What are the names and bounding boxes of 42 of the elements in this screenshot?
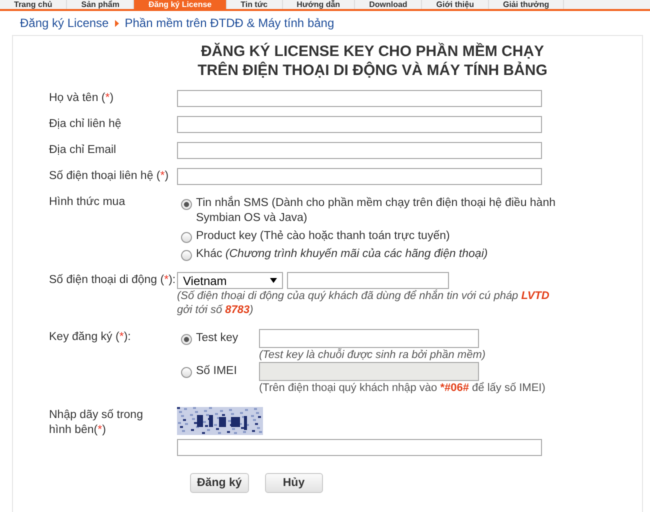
radio-button[interactable] — [181, 250, 192, 261]
page-title: TRÊN ĐIỆN THOẠI DI ĐỘNG VÀ MÁY TÍNH BẢNG — [196, 61, 548, 80]
option-label: Test key — [196, 331, 238, 346]
radio-button[interactable] — [181, 232, 192, 243]
option-label: Khác (Chương trình khuyến mãi của các hãng điện thoại) — [196, 247, 488, 262]
nav-tab[interactable]: Tin tức — [226, 0, 283, 9]
field-label: Địa chỉ Email — [49, 143, 118, 158]
hint-text: (Số điện thoại di động của quý khách đã dùng để nhắn tin với cú pháp LVTD gởi tới số 8783) — [177, 289, 550, 317]
option-label: Tin nhắn SMS (Dành cho phần mềm chạy trên điện thoại hệ điều hành Symbian OS và Java) — [196, 196, 556, 226]
text-field[interactable] — [177, 142, 542, 159]
hint-text: (Test key là chuỗi được sinh ra bởi phần mềm) — [259, 348, 487, 362]
hint-text: (Trên điện thoại quý khách nhập vào *#06# để lấy số IMEI) — [259, 381, 546, 395]
field-label: Nhập dãy số trong hình bên(*) — [49, 408, 144, 438]
text-field[interactable] — [177, 90, 542, 107]
nav-tab[interactable]: Trang chủ — [0, 0, 68, 9]
field-label: Số điện thoại liên hệ (*) — [49, 169, 170, 184]
phone-field[interactable] — [287, 272, 449, 289]
field-label: Hình thức mua — [49, 195, 126, 210]
cancel-button[interactable]: Hủy — [264, 473, 323, 493]
register-button[interactable]: Đăng ký — [190, 473, 249, 493]
field-label: Địa chỉ liên hệ — [49, 117, 122, 132]
nav-tab[interactable]: Giải thưởng — [488, 0, 564, 9]
country-select[interactable]: Vietnam — [177, 272, 283, 289]
nav-tab[interactable]: Download — [355, 0, 422, 9]
radio-button[interactable] — [181, 334, 192, 345]
field-label: Họ và tên (*) — [49, 91, 115, 106]
captcha-field[interactable] — [177, 439, 542, 456]
text-field[interactable] — [177, 168, 542, 185]
nav-tab[interactable]: Hướng dẫn — [282, 0, 356, 9]
breadcrumb-link[interactable]: Đăng ký License — [20, 16, 109, 30]
field-label: Số điện thoại di động (*): — [49, 273, 177, 288]
option-label: Product key (Thẻ cào hoặc thanh toán trực tuyến) — [196, 229, 450, 244]
option-label: Số IMEI — [196, 364, 237, 379]
radio-button[interactable] — [181, 199, 192, 210]
breadcrumb-arrow-icon — [114, 20, 119, 26]
key-field[interactable] — [259, 329, 479, 348]
text-field[interactable] — [177, 116, 542, 133]
page-title: ĐĂNG KÝ LICENSE KEY CHO PHẦN MỀM CHẠY — [200, 42, 546, 61]
dropdown-arrow-icon — [270, 278, 277, 283]
nav-tab[interactable]: Giới thiệu — [422, 0, 489, 9]
breadcrumb-link[interactable]: Phần mềm trên ĐTDĐ & Máy tính bảng — [124, 16, 334, 30]
field-label: Key đăng ký (*): — [49, 330, 132, 345]
